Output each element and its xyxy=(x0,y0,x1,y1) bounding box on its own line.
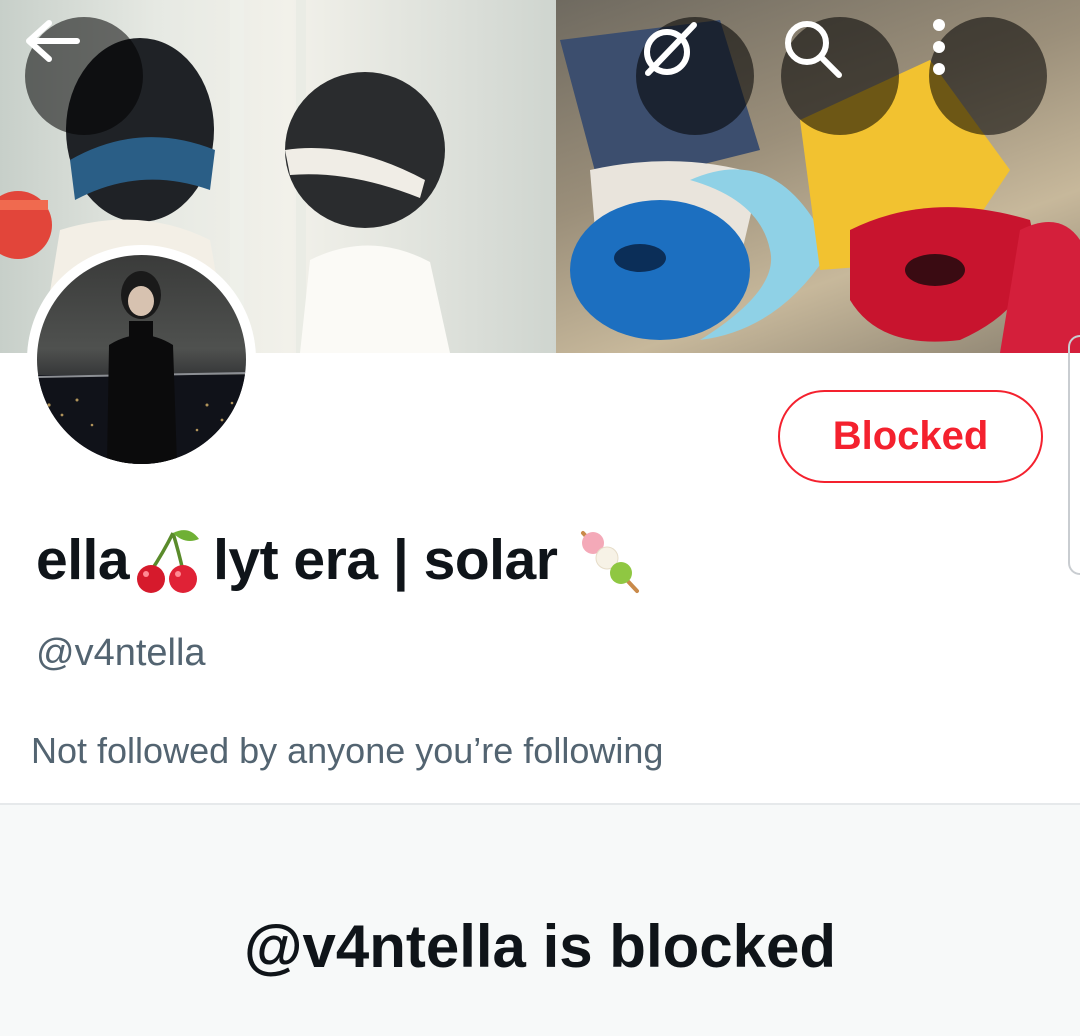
dango-emoji xyxy=(581,531,640,593)
grok-icon xyxy=(644,22,697,76)
back-button[interactable] xyxy=(25,17,143,135)
cherries-emoji xyxy=(137,530,200,593)
display-name-suffix: lyt era | solar xyxy=(213,528,558,592)
blocked-button-label: Blocked xyxy=(832,414,989,458)
avatar-photo xyxy=(37,255,246,464)
back-arrow-icon xyxy=(26,20,80,62)
display-name: ella lyt era | solar xyxy=(36,520,649,600)
search-icon xyxy=(785,21,842,78)
followers-you-know-note: Not followed by anyone you’re following xyxy=(31,730,664,771)
grok-button[interactable] xyxy=(636,17,754,135)
blocked-notice-heading: @v4ntella is blocked xyxy=(243,913,837,980)
avatar-illustration xyxy=(37,271,246,464)
scroll-edge-indicator xyxy=(1068,335,1080,575)
profile-handle: @v4ntella xyxy=(36,632,206,674)
display-name-prefix: ella xyxy=(36,528,130,592)
more-vertical-icon xyxy=(933,19,945,75)
more-options-button[interactable] xyxy=(929,17,1047,135)
search-button[interactable] xyxy=(781,17,899,135)
blocked-button[interactable]: Blocked xyxy=(778,390,1043,483)
profile-avatar[interactable] xyxy=(27,245,256,474)
